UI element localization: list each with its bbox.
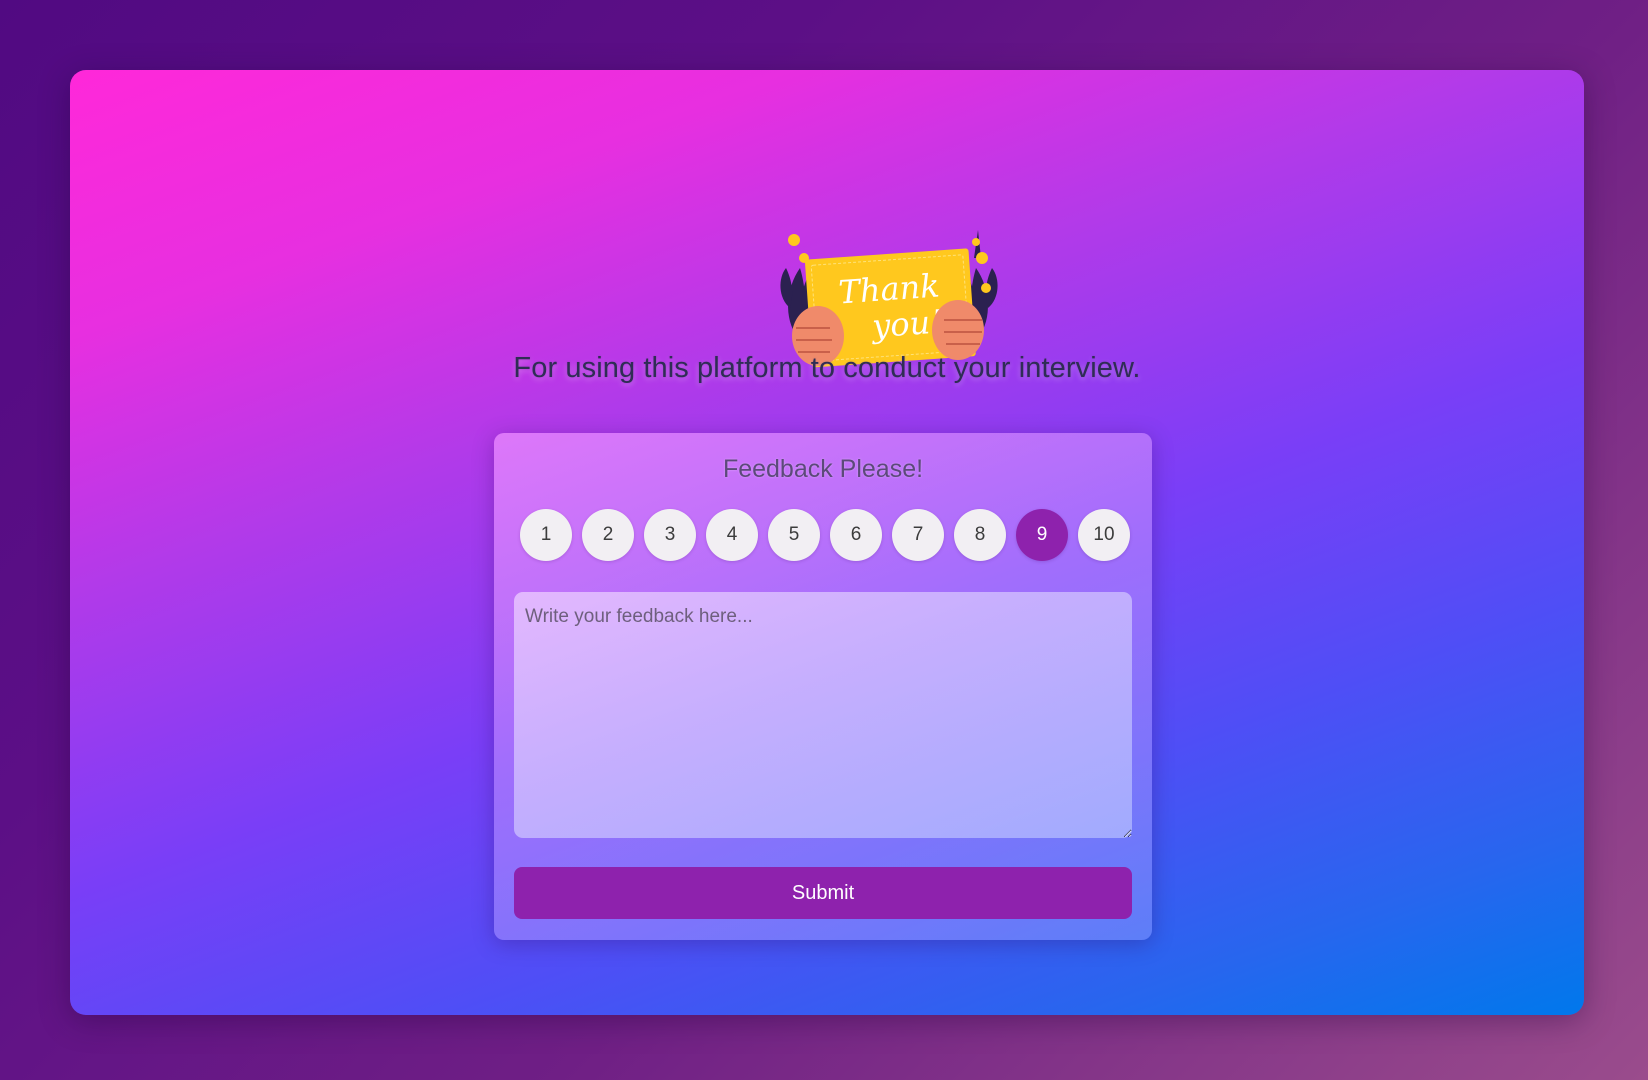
rating-scale: 1 2 3 4 5 6 7 8 9 10: [520, 509, 1130, 561]
rating-button-1[interactable]: 1: [520, 509, 572, 561]
feedback-textarea[interactable]: [514, 592, 1132, 838]
submit-button[interactable]: Submit: [514, 867, 1132, 919]
rating-button-6[interactable]: 6: [830, 509, 882, 561]
main-card: Thank you! For using this platform to co…: [70, 70, 1584, 1015]
rating-button-5[interactable]: 5: [768, 509, 820, 561]
rating-button-4[interactable]: 4: [706, 509, 758, 561]
rating-button-2[interactable]: 2: [582, 509, 634, 561]
tagline-text: For using this platform to conduct your …: [513, 352, 1141, 384]
rating-button-8[interactable]: 8: [954, 509, 1006, 561]
feedback-title: Feedback Please!: [722, 455, 924, 483]
rating-button-3[interactable]: 3: [644, 509, 696, 561]
rating-button-7[interactable]: 7: [892, 509, 944, 561]
rating-button-10[interactable]: 10: [1078, 509, 1130, 561]
rating-button-9[interactable]: 9: [1016, 509, 1068, 561]
feedback-panel: Feedback Please! 1 2 3 4 5 6 7 8 9 10 Su…: [494, 433, 1152, 940]
